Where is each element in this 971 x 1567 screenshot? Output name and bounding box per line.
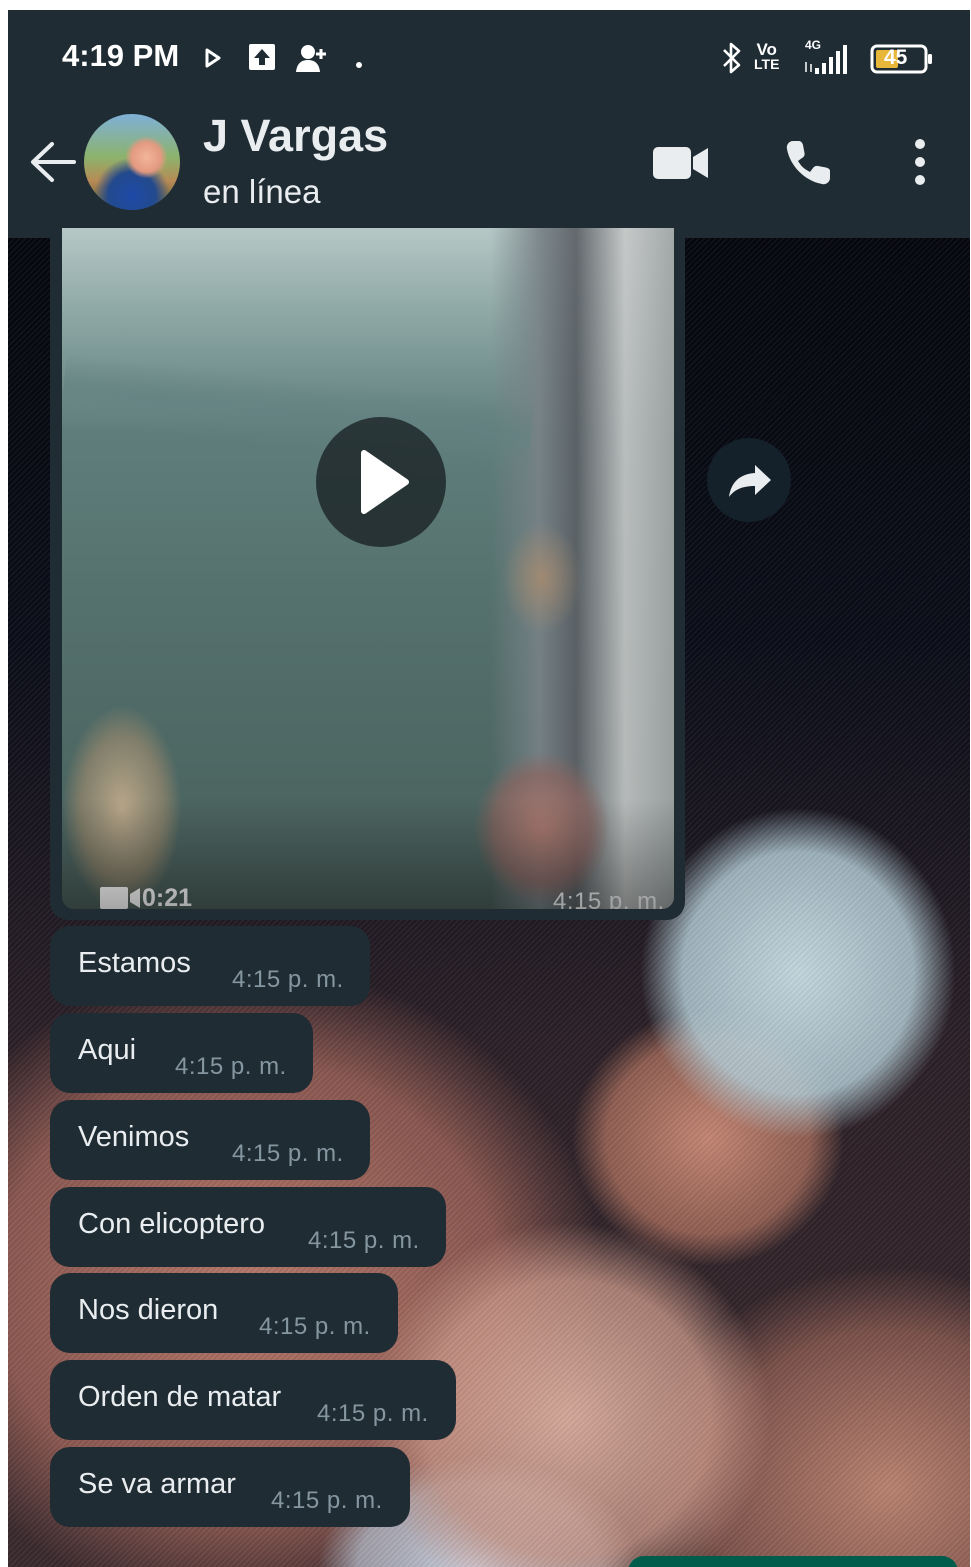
message-time: 4:15 p. m. — [175, 1053, 287, 1080]
bluetooth-icon — [721, 40, 743, 81]
video-call-icon[interactable] — [652, 143, 710, 188]
video-timestamp: 4:15 p. m. — [553, 888, 665, 909]
forward-button[interactable] — [707, 438, 791, 522]
battery-icon: 45 — [870, 44, 934, 79]
volte-icon: Vo LTE — [754, 40, 780, 72]
voice-call-icon[interactable] — [783, 138, 833, 193]
message-text: Nos dieron — [78, 1294, 219, 1326]
message-time: 4:15 p. m. — [259, 1313, 371, 1340]
battery-level: 45 — [884, 46, 908, 69]
message-text: Se va armar — [78, 1468, 236, 1500]
message-bubble[interactable]: Venimos 4:15 p. m. — [50, 1100, 370, 1180]
status-time: 4:19 PM — [62, 38, 180, 73]
forward-icon — [729, 465, 771, 497]
upload-icon — [248, 43, 276, 76]
chat-header: 4:19 PM Vo LTE 4G 45 J Vargas en línea — [8, 10, 970, 238]
message-text: Venimos — [78, 1121, 190, 1153]
message-text: Orden de matar — [78, 1381, 282, 1413]
more-options-icon[interactable] — [911, 138, 929, 191]
message-bubble[interactable]: Nos dieron 4:15 p. m. — [50, 1273, 398, 1353]
volte-lte-text: LTE — [754, 56, 780, 72]
play-store-icon — [204, 48, 222, 73]
message-bubble[interactable]: Aqui 4:15 p. m. — [50, 1013, 313, 1093]
message-time: 4:15 p. m. — [308, 1227, 420, 1254]
outgoing-message-edge[interactable] — [628, 1556, 958, 1567]
message-bubble[interactable]: Se va armar 4:15 p. m. — [50, 1447, 410, 1527]
message-bubble[interactable]: Estamos 4:15 p. m. — [50, 926, 370, 1006]
network-type: 4G — [805, 38, 822, 52]
contact-status: en línea — [203, 173, 321, 210]
video-camera-icon — [100, 886, 142, 909]
message-bubble[interactable]: Orden de matar 4:15 p. m. — [50, 1360, 456, 1440]
video-thumbnail[interactable]: 0:21 4:15 p. m. — [62, 228, 674, 909]
dot-icon — [355, 56, 363, 74]
volte-vo-text: Vo — [756, 40, 777, 59]
video-message-bubble[interactable]: 0:21 4:15 p. m. — [50, 228, 685, 920]
play-icon — [361, 450, 409, 514]
message-text: Aqui — [78, 1034, 137, 1066]
message-time: 4:15 p. m. — [271, 1487, 383, 1514]
back-arrow-icon[interactable] — [28, 140, 78, 189]
message-text: Con elicoptero — [78, 1208, 265, 1240]
message-time: 4:15 p. m. — [232, 966, 344, 993]
signal-4g-icon: 4G — [801, 38, 857, 83]
person-add-icon — [294, 43, 328, 78]
message-time: 4:15 p. m. — [317, 1400, 429, 1427]
message-text: Estamos — [78, 947, 191, 979]
play-button[interactable] — [316, 417, 446, 547]
contact-avatar[interactable] — [84, 114, 180, 210]
message-time: 4:15 p. m. — [232, 1140, 344, 1167]
video-duration: 0:21 — [142, 884, 193, 909]
contact-name[interactable]: J Vargas — [203, 110, 388, 162]
chat-screen: 4:19 PM Vo LTE 4G 45 J Vargas en línea 0… — [8, 10, 970, 1567]
message-bubble[interactable]: Con elicoptero 4:15 p. m. — [50, 1187, 446, 1267]
